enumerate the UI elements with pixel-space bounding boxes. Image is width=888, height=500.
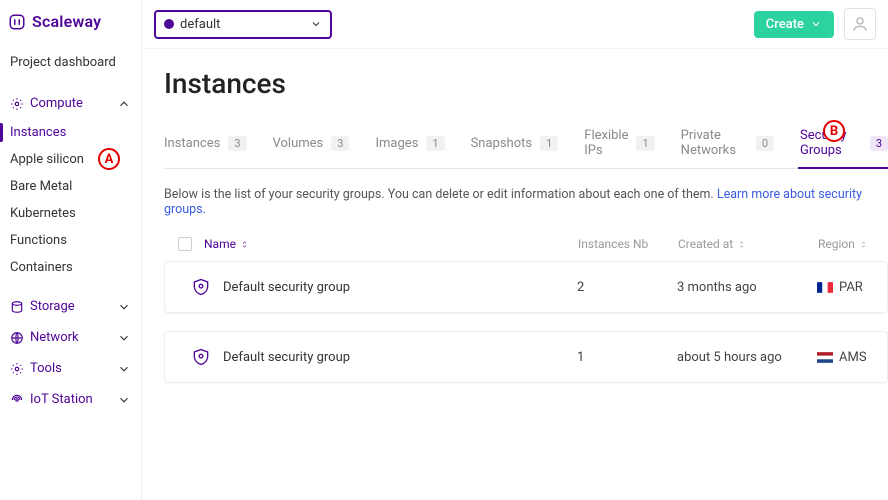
page-description: Below is the list of your security group… (164, 187, 888, 217)
sidebar-item-instances[interactable]: Instances (0, 119, 141, 146)
tab-private-networks[interactable]: Private Networks 0 (681, 122, 774, 168)
col-header-instances-nb: Instances Nb (578, 237, 678, 251)
table-header: Name Instances Nb Created at Region (164, 237, 888, 261)
tab-flexible-ips[interactable]: Flexible IPs 1 (584, 122, 654, 168)
table-row[interactable]: Default security group 2 3 months ago PA… (164, 261, 888, 313)
shield-icon (191, 276, 211, 298)
scaleway-logo-icon (8, 13, 26, 31)
sidebar-item-kubernetes[interactable]: Kubernetes (0, 200, 141, 227)
chevron-down-icon (117, 362, 131, 376)
chevron-down-icon (117, 331, 131, 345)
topbar: default Create (142, 0, 888, 49)
tab-instances[interactable]: Instances 3 (164, 122, 247, 168)
create-button[interactable]: Create (754, 11, 834, 38)
chevron-down-icon (310, 18, 322, 30)
project-select[interactable]: default (154, 10, 332, 39)
tab-snapshots[interactable]: Snapshots 1 (471, 122, 559, 168)
col-header-region[interactable]: Region (818, 237, 882, 251)
col-header-name[interactable]: Name (204, 237, 578, 251)
chevron-down-icon (117, 300, 131, 314)
iot-icon (10, 393, 24, 407)
sidebar-group-iot-station[interactable]: IoT Station (0, 384, 141, 415)
brand-logo[interactable]: Scaleway (0, 12, 141, 49)
row-region: AMS (817, 350, 881, 365)
flag-nl-icon (817, 352, 833, 363)
row-name: Default security group (223, 280, 577, 295)
gear-icon (10, 97, 24, 111)
chevron-down-icon (117, 393, 131, 407)
sidebar-group-tools[interactable]: Tools (0, 353, 141, 384)
row-instances-nb: 1 (577, 350, 677, 365)
tabs: Instances 3 Volumes 3 Images 1 Snapshots… (164, 122, 888, 169)
chevron-up-icon (117, 97, 131, 111)
network-icon (10, 331, 24, 345)
sort-icon (240, 240, 249, 249)
sidebar-group-storage[interactable]: Storage (0, 291, 141, 322)
page-title: Instances (164, 67, 888, 100)
sidebar: Scaleway Project dashboard Compute Insta… (0, 0, 142, 500)
sidebar-item-containers[interactable]: Containers (0, 254, 141, 281)
sidebar-project-dashboard[interactable]: Project dashboard (0, 49, 141, 88)
sidebar-item-functions[interactable]: Functions (0, 227, 141, 254)
create-button-label: Create (766, 17, 804, 32)
project-select-value: default (180, 17, 220, 32)
shield-icon (191, 346, 211, 368)
brand-name: Scaleway (32, 12, 101, 31)
row-created-at: about 5 hours ago (677, 350, 817, 365)
tools-icon (10, 362, 24, 376)
row-name: Default security group (223, 350, 577, 365)
table-row[interactable]: Default security group 1 about 5 hours a… (164, 331, 888, 383)
col-header-created-at[interactable]: Created at (678, 237, 818, 251)
select-all-checkbox[interactable] (178, 237, 192, 251)
sort-icon (737, 240, 746, 249)
row-region: PAR (817, 280, 881, 295)
storage-icon (10, 300, 24, 314)
sidebar-group-network[interactable]: Network (0, 322, 141, 353)
row-created-at: 3 months ago (677, 280, 817, 295)
project-dot-icon (164, 19, 174, 29)
sidebar-item-bare-metal[interactable]: Bare Metal (0, 173, 141, 200)
user-icon (851, 15, 869, 33)
sidebar-group-compute[interactable]: Compute (0, 88, 141, 119)
main: default Create Instances Instances 3 (142, 0, 888, 500)
sidebar-item-apple-silicon[interactable]: Apple silicon (0, 146, 141, 173)
account-button[interactable] (844, 8, 876, 40)
tab-volumes[interactable]: Volumes 3 (273, 122, 350, 168)
chevron-down-icon (810, 18, 822, 30)
row-instances-nb: 2 (577, 280, 677, 295)
tab-security-groups[interactable]: Security Groups 3 (800, 122, 888, 168)
tab-images[interactable]: Images 1 (375, 122, 444, 168)
sort-icon (859, 240, 868, 249)
content: Instances Instances 3 Volumes 3 Images 1… (142, 49, 888, 500)
flag-fr-icon (817, 282, 833, 293)
